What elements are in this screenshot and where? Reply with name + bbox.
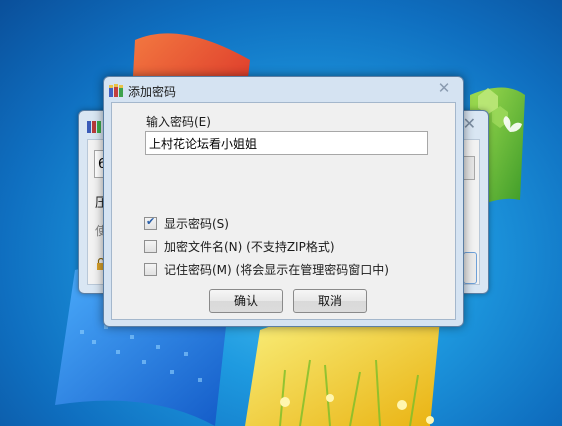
encrypt-filenames-checkbox[interactable] xyxy=(144,240,157,253)
dialog-content: 输入密码(E) 显示密码(S) 加密文件名(N) (不支持ZIP格式) 记住密码… xyxy=(111,102,456,320)
winrar-books-icon xyxy=(109,84,123,97)
remember-password-option[interactable]: 记住密码(M) (将会显示在管理密码窗口中) xyxy=(144,261,389,278)
close-icon[interactable]: ✕ xyxy=(463,114,476,133)
encrypt-filenames-option[interactable]: 加密文件名(N) (不支持ZIP格式) xyxy=(144,238,335,255)
show-password-label: 显示密码(S) xyxy=(164,217,229,231)
add-password-dialog: 添加密码 ✕ 输入密码(E) 显示密码(S) 加密文件名(N) (不支持ZIP格… xyxy=(103,76,464,327)
background-dropdown[interactable] xyxy=(463,156,475,180)
show-password-checkbox[interactable] xyxy=(144,215,157,230)
cancel-button[interactable]: 取消 xyxy=(293,289,367,313)
winrar-books-icon xyxy=(87,121,101,133)
dialog-title: 添加密码 xyxy=(128,85,177,99)
show-password-option[interactable]: 显示密码(S) xyxy=(144,215,229,232)
remember-password-label: 记住密码(M) (将会显示在管理密码窗口中) xyxy=(164,263,389,277)
password-input[interactable] xyxy=(145,131,428,155)
remember-password-checkbox[interactable] xyxy=(144,263,157,276)
close-icon[interactable]: ✕ xyxy=(434,80,454,96)
password-label: 输入密码(E) xyxy=(146,115,211,129)
ok-button[interactable]: 确认 xyxy=(209,289,283,313)
background-button[interactable] xyxy=(463,252,477,284)
encrypt-filenames-label: 加密文件名(N) (不支持ZIP格式) xyxy=(164,240,335,254)
